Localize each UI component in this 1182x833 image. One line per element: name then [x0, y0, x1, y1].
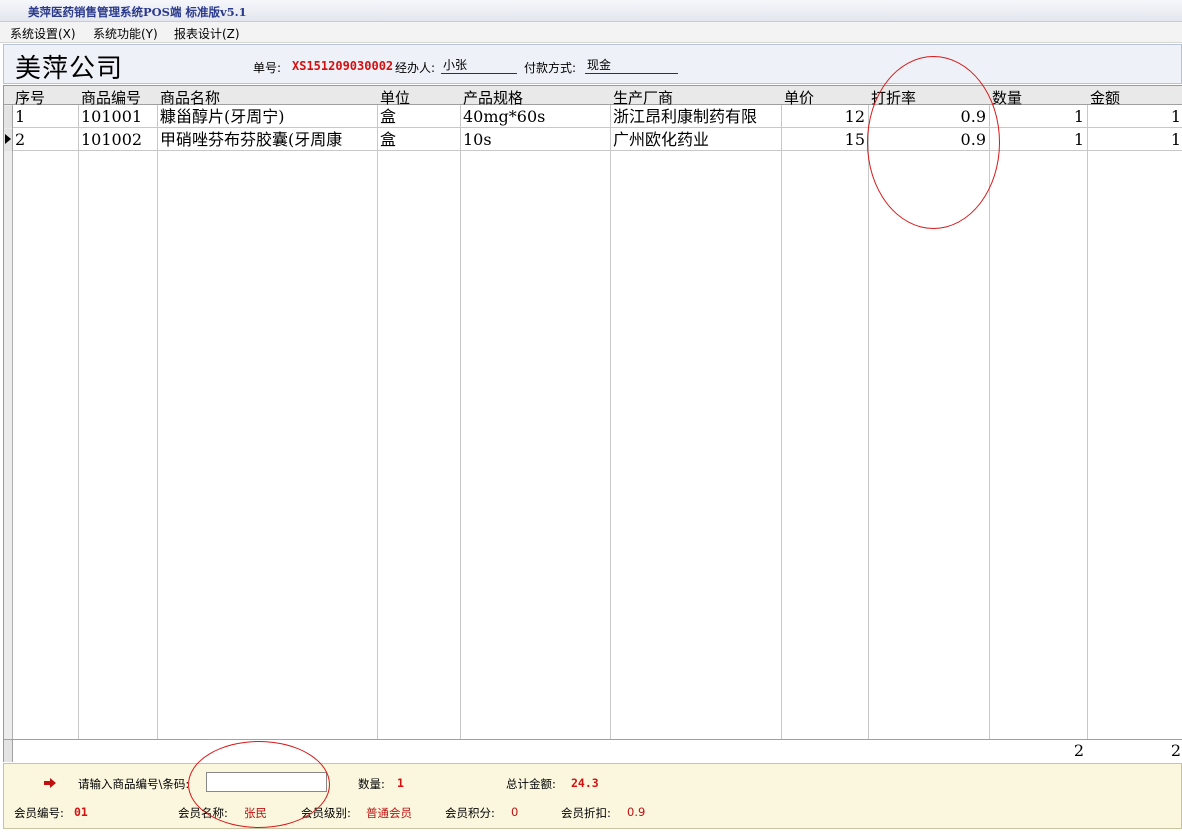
cell-price: 15 — [844, 130, 865, 149]
grid-header: 序号 商品编号 商品名称 单位 产品规格 生产厂商 单价 打折率 数量 金额 — [4, 86, 1182, 108]
sales-grid[interactable]: 序号 商品编号 商品名称 单位 产品规格 生产厂商 单价 打折率 数量 金额 1… — [3, 85, 1182, 762]
menu-system-functions[interactable]: 系统功能(Y) — [93, 25, 158, 42]
qty-label: 数量: — [358, 777, 385, 791]
total-label: 总计金额: — [506, 777, 556, 791]
cell-spec: 10s — [463, 130, 492, 149]
cell-code: 101001 — [81, 107, 143, 126]
menu-bar: 系统设置(X) 系统功能(Y) 报表设计(Z) — [0, 22, 1182, 43]
col-header-qty[interactable]: 数量 — [992, 87, 1022, 108]
barcode-input[interactable] — [206, 772, 327, 792]
cell-name: 甲硝唑芬布芬胶囊(牙周康 — [160, 130, 343, 149]
col-header-unit[interactable]: 单位 — [380, 87, 410, 108]
row-selector[interactable] — [4, 106, 13, 128]
col-header-discount[interactable]: 打折率 — [871, 87, 916, 108]
order-no-value: XS151209030002 — [292, 59, 394, 73]
member-level-value: 普通会员 — [366, 806, 412, 820]
menu-system-settings[interactable]: 系统设置(X) — [10, 25, 76, 42]
cell-discount: 0.9 — [960, 130, 986, 149]
member-level-label: 会员级别: — [301, 806, 351, 820]
table-row[interactable]: 2 101002 甲硝唑芬布芬胶囊(牙周康 盒 10s 广州欧化药业 15 0.… — [4, 129, 1182, 151]
company-name: 美萍公司 — [15, 54, 124, 84]
cell-price: 12 — [844, 107, 865, 126]
cell-unit: 盒 — [380, 130, 397, 149]
member-points-label: 会员积分: — [445, 806, 495, 820]
member-discount-value: 0.9 — [627, 805, 646, 819]
total-amount: 2 — [1170, 741, 1181, 760]
menu-report-design[interactable]: 报表设计(Z) — [174, 25, 240, 42]
payment-field[interactable]: 现金 — [585, 54, 678, 74]
input-panel: 请输入商品编号\条码: 数量: 1 总计金额: 24.3 会员编号: 01 会员… — [3, 763, 1182, 829]
member-name-value: 张民 — [244, 806, 267, 820]
cell-qty: 1 — [1073, 130, 1084, 149]
cell-unit: 盒 — [380, 107, 397, 126]
handler-label: 经办人: — [395, 61, 436, 75]
cell-seq: 2 — [15, 130, 26, 149]
cell-amount: 1 — [1170, 107, 1181, 126]
row-selector[interactable] — [4, 129, 13, 151]
arrow-right-icon — [44, 778, 56, 788]
order-no-label: 单号: — [253, 61, 282, 75]
col-header-seq[interactable]: 序号 — [15, 87, 45, 108]
member-discount-label: 会员折扣: — [561, 806, 611, 820]
member-points-value: 0 — [511, 805, 519, 819]
total-qty: 2 — [1073, 741, 1084, 760]
col-header-maker[interactable]: 生产厂商 — [613, 87, 673, 108]
member-no-value: 01 — [74, 805, 88, 819]
order-header: 美萍公司 单号: XS151209030002 经办人: 小张 付款方式: 现金 — [3, 44, 1182, 84]
cell-spec: 40mg*60s — [463, 107, 546, 126]
cell-maker: 广州欧化药业 — [613, 130, 710, 149]
row-pointer-icon — [5, 134, 11, 144]
member-no-label: 会员编号: — [14, 806, 64, 820]
qty-value: 1 — [397, 776, 404, 790]
col-header-spec[interactable]: 产品规格 — [463, 87, 523, 108]
cell-qty: 1 — [1073, 107, 1084, 126]
col-header-name[interactable]: 商品名称 — [160, 87, 220, 108]
member-name-label: 会员名称: — [178, 806, 228, 820]
cell-seq: 1 — [15, 107, 26, 126]
window-title: 美萍医药销售管理系统POS端 标准版v5.1 — [28, 5, 247, 19]
table-row[interactable]: 1 101001 糠甾醇片(牙周宁) 盒 40mg*60s 浙江昂利康制药有限 … — [4, 106, 1182, 128]
handler-field[interactable]: 小张 — [441, 54, 517, 74]
cell-name: 糠甾醇片(牙周宁) — [160, 107, 285, 126]
row-indicator-column — [4, 86, 13, 762]
cell-code: 101002 — [81, 130, 143, 149]
col-header-price[interactable]: 单价 — [784, 87, 814, 108]
title-bar: 美萍医药销售管理系统POS端 标准版v5.1 — [0, 0, 1182, 22]
cell-maker: 浙江昂利康制药有限 — [613, 107, 758, 126]
cell-amount: 1 — [1170, 130, 1181, 149]
total-value: 24.3 — [571, 776, 599, 790]
col-header-amount[interactable]: 金额 — [1090, 87, 1120, 108]
barcode-label: 请输入商品编号\条码: — [78, 777, 190, 791]
payment-label: 付款方式: — [524, 61, 577, 75]
col-header-code[interactable]: 商品编号 — [81, 87, 141, 108]
cell-discount: 0.9 — [960, 107, 986, 126]
grid-footer-totals: 2 2 — [4, 739, 1182, 762]
